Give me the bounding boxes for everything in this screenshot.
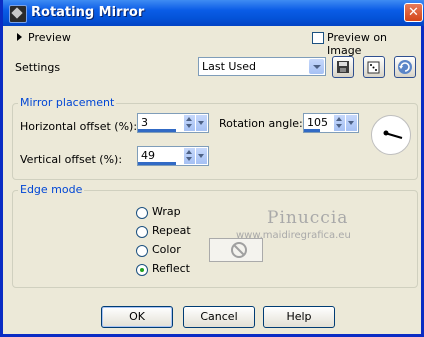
horizontal-offset-spinbox[interactable]: 3 xyxy=(137,113,209,133)
vertical-offset-value: 49 xyxy=(141,149,155,162)
rotation-angle-label: Rotation angle: xyxy=(219,117,303,130)
rotation-angle-spinbox[interactable]: 105 xyxy=(303,113,359,133)
horizontal-offset-slider[interactable] xyxy=(138,129,176,132)
radio-repeat-label[interactable]: Repeat xyxy=(152,224,191,237)
settings-preset-value: Last Used xyxy=(202,60,256,73)
app-icon xyxy=(9,5,27,23)
radio-reflect[interactable] xyxy=(136,264,148,276)
chevron-down-icon xyxy=(309,59,324,74)
preview-on-image-checkbox[interactable] xyxy=(312,32,324,44)
horizontal-offset-value: 3 xyxy=(141,116,148,129)
settings-preset-select[interactable]: Last Used xyxy=(198,57,326,76)
vertical-offset-slider[interactable] xyxy=(138,162,176,165)
settings-label: Settings xyxy=(15,61,61,74)
vertical-offset-updown-icon[interactable] xyxy=(184,148,195,164)
randomize-button[interactable] xyxy=(363,56,385,78)
preview-toggle-label[interactable]: Preview xyxy=(28,31,71,44)
floppy-disk-icon xyxy=(337,61,349,73)
reset-arrow-icon xyxy=(398,60,412,74)
expand-triangle-icon[interactable] xyxy=(17,33,22,41)
dice-icon xyxy=(367,61,380,74)
rotation-angle-dropdown-icon[interactable] xyxy=(346,115,357,131)
reset-button[interactable] xyxy=(394,56,416,78)
vertical-offset-spinbox[interactable]: 49 xyxy=(137,146,209,166)
dial-needle-icon xyxy=(383,130,403,139)
dialog-window: Rotating Mirror ✕ Preview Preview on Ima… xyxy=(0,0,424,337)
edge-mode-legend: Edge mode xyxy=(18,183,85,196)
ok-button[interactable]: OK xyxy=(101,306,173,328)
radio-repeat[interactable] xyxy=(136,226,148,238)
title-bar[interactable]: Rotating Mirror ✕ xyxy=(3,0,424,26)
close-button[interactable]: ✕ xyxy=(404,3,423,22)
rotation-angle-dial[interactable] xyxy=(371,115,411,155)
preview-on-image-label: Preview on Image xyxy=(327,31,388,57)
radio-reflect-label[interactable]: Reflect xyxy=(152,262,190,275)
horizontal-offset-updown-icon[interactable] xyxy=(184,115,195,131)
rotation-angle-updown-icon[interactable] xyxy=(334,115,345,131)
edge-color-swatch[interactable] xyxy=(209,238,263,262)
help-button[interactable]: Help xyxy=(263,306,335,328)
vertical-offset-label: Vertical offset (%): xyxy=(20,153,123,166)
mirror-placement-legend: Mirror placement xyxy=(18,96,117,109)
disabled-icon xyxy=(231,242,247,258)
radio-color-label[interactable]: Color xyxy=(152,243,181,256)
horizontal-offset-label: Horizontal offset (%): xyxy=(20,120,138,133)
watermark-site: www.maidiregrafica.eu xyxy=(236,230,351,241)
save-preset-button[interactable] xyxy=(332,56,354,78)
window-title: Rotating Mirror xyxy=(31,5,145,20)
watermark-name: Pinuccia xyxy=(267,208,349,228)
horizontal-offset-dropdown-icon[interactable] xyxy=(196,115,207,131)
close-icon: ✕ xyxy=(408,5,419,20)
cancel-button[interactable]: Cancel xyxy=(183,306,255,328)
radio-color[interactable] xyxy=(136,245,148,257)
radio-wrap[interactable] xyxy=(136,207,148,219)
vertical-offset-dropdown-icon[interactable] xyxy=(196,148,207,164)
radio-wrap-label[interactable]: Wrap xyxy=(152,205,181,218)
rotation-angle-value: 105 xyxy=(307,116,328,129)
rotation-angle-slider[interactable] xyxy=(304,129,320,132)
